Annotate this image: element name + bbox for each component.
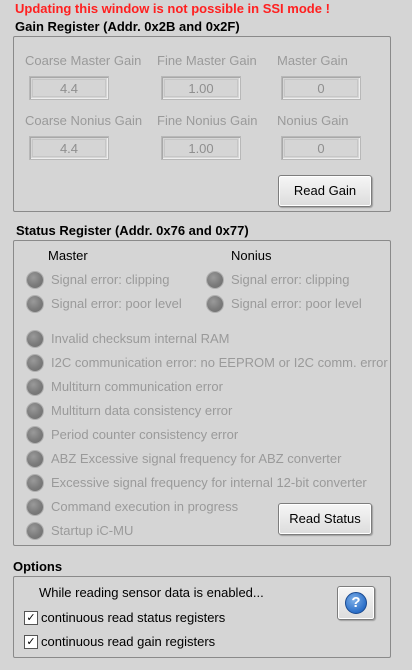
master-column-heading: Master (48, 248, 88, 263)
gain-registers-checkbox[interactable]: ✓ (24, 635, 38, 649)
nonius-poor-level-label: Signal error: poor level (231, 296, 362, 311)
master-clipping-label: Signal error: clipping (51, 272, 170, 287)
abz-frequency-label: ABZ Excessive signal frequency for ABZ c… (51, 451, 342, 466)
coarse-nonius-gain-field: 4.4 (29, 136, 109, 160)
coarse-nonius-gain-label: Coarse Nonius Gain (25, 113, 143, 128)
status-register-title: Status Register (Addr. 0x76 and 0x77) (16, 223, 249, 238)
fine-nonius-gain-field: 1.00 (161, 136, 241, 160)
options-description: While reading sensor data is enabled... (39, 585, 264, 600)
master-clipping-led (27, 272, 43, 288)
master-poor-level-label: Signal error: poor level (51, 296, 182, 311)
master-poor-level-led (27, 296, 43, 312)
multiturn-consistency-label: Multiturn data consistency error (51, 403, 233, 418)
coarse-master-gain-field: 4.4 (29, 76, 109, 100)
command-execution-label: Command execution in progress (51, 499, 239, 514)
gain-register-frame: Coarse Master Gain Fine Master Gain Mast… (13, 36, 391, 212)
fine-master-gain-label: Fine Master Gain (157, 53, 257, 68)
gain-registers-check-icon: ✓ (26, 635, 36, 648)
multiturn-comm-led (27, 379, 43, 395)
fine-master-gain-field: 1.00 (161, 76, 241, 100)
options-title: Options (13, 559, 63, 574)
status-registers-label[interactable]: continuous read status registers (41, 610, 225, 625)
internal-converter-frequency-label: Excessive signal frequency for internal … (51, 475, 367, 490)
read-gain-button[interactable]: Read Gain (278, 175, 372, 207)
gain-register-title: Gain Register (Addr. 0x2B and 0x2F) (15, 19, 240, 34)
fine-nonius-gain-label: Fine Nonius Gain (157, 113, 258, 128)
nonius-clipping-led (207, 272, 223, 288)
period-counter-label: Period counter consistency error (51, 427, 239, 442)
gain-registers-label[interactable]: continuous read gain registers (41, 634, 215, 649)
master-gain-field: 0 (281, 76, 361, 100)
internal-converter-frequency-led (27, 475, 43, 491)
i2c-error-label: I2C communication error: no EEPROM or I2… (51, 355, 388, 370)
ssi-mode-warning: Updating this window is not possible in … (15, 1, 330, 16)
nonius-gain-label: Nonius Gain (277, 113, 349, 128)
master-gain-label: Master Gain (277, 53, 348, 68)
nonius-gain-field: 0 (281, 136, 361, 160)
nonius-clipping-label: Signal error: clipping (231, 272, 350, 287)
nonius-gain-value: 0 (284, 139, 358, 157)
startup-led (27, 523, 43, 539)
nonius-poor-level-led (207, 296, 223, 312)
i2c-error-led (27, 355, 43, 371)
options-frame: While reading sensor data is enabled... … (13, 576, 391, 658)
coarse-nonius-gain-value: 4.4 (32, 139, 106, 157)
coarse-master-gain-label: Coarse Master Gain (25, 53, 142, 68)
checksum-ram-label: Invalid checksum internal RAM (51, 331, 230, 346)
fine-nonius-gain-value: 1.00 (164, 139, 238, 157)
startup-label: Startup iC-MU (51, 523, 134, 538)
multiturn-comm-label: Multiturn communication error (51, 379, 223, 394)
status-register-frame: Master Nonius Signal error: clipping Sig… (13, 240, 391, 546)
help-button[interactable]: ? (337, 586, 375, 620)
read-status-button[interactable]: Read Status (278, 503, 372, 535)
period-counter-led (27, 427, 43, 443)
command-execution-led (27, 499, 43, 515)
multiturn-consistency-led (27, 403, 43, 419)
master-gain-value: 0 (284, 79, 358, 97)
status-registers-checkbox[interactable]: ✓ (24, 611, 38, 625)
abz-frequency-led (27, 451, 43, 467)
coarse-master-gain-value: 4.4 (32, 79, 106, 97)
status-registers-check-icon: ✓ (26, 611, 36, 624)
checksum-ram-led (27, 331, 43, 347)
help-icon: ? (345, 592, 367, 614)
nonius-column-heading: Nonius (231, 248, 272, 263)
fine-master-gain-value: 1.00 (164, 79, 238, 97)
